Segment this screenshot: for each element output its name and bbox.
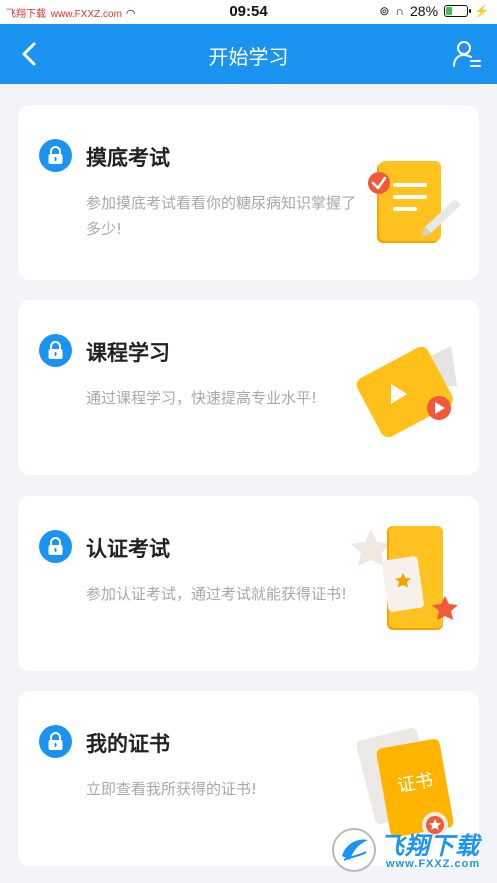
watermark-brand: 飞翔下载 (380, 832, 480, 860)
watermark-logo-icon (332, 828, 376, 872)
card-title: 课程学习 (86, 341, 170, 365)
watermark: 飞翔下载 www.FXXZ.com (330, 820, 490, 880)
nav-bar: 开始学习 (0, 24, 497, 84)
battery-icon (444, 5, 472, 17)
watermark-url: www.FXXZ.com (386, 858, 481, 870)
card-description: 参加摸底考试看看你的糖尿病知识掌握了多少! (86, 194, 357, 238)
lock-icon (39, 139, 72, 172)
charging-icon: ⚡ (474, 4, 489, 18)
card-description: 参加认证考试，通过考试就能获得证书! (86, 585, 348, 603)
card-title: 认证考试 (86, 537, 170, 561)
user-list-icon (453, 41, 481, 67)
lock-icon (39, 530, 72, 563)
card-course-study[interactable]: 课程学习 通过课程学习，快速提高专业水平! (18, 300, 479, 475)
exam-paper-icon (368, 161, 461, 243)
page-title: 开始学习 (208, 45, 289, 69)
card-title: 摸底考试 (86, 146, 170, 170)
card-placement-exam[interactable]: 摸底考试 参加摸底考试看看你的糖尿病知识掌握了多少! (18, 105, 479, 280)
status-bar: 飞翔下载 www.FXXZ.com ◠ 09:54 ⊚ ∩ 28% ⚡ (0, 0, 497, 24)
video-play-icon (356, 346, 457, 438)
battery-percent: 28% (410, 3, 439, 19)
card-title: 我的证书 (86, 732, 170, 756)
rotation-lock-icon: ⊚ (379, 4, 390, 18)
user-menu-button[interactable] (451, 38, 483, 70)
card-description: 立即查看我所获得的证书! (86, 780, 258, 798)
card-certification-exam[interactable]: 认证考试 参加认证考试，通过考试就能获得证书! (18, 496, 479, 671)
status-right: ⊚ ∩ 28% ⚡ (379, 3, 489, 19)
certificate-card-icon (351, 526, 458, 630)
headphones-icon: ∩ (395, 4, 405, 18)
card-description: 通过课程学习，快速提高专业水平! (86, 389, 318, 407)
lock-icon (39, 334, 72, 367)
lock-icon (39, 725, 72, 758)
